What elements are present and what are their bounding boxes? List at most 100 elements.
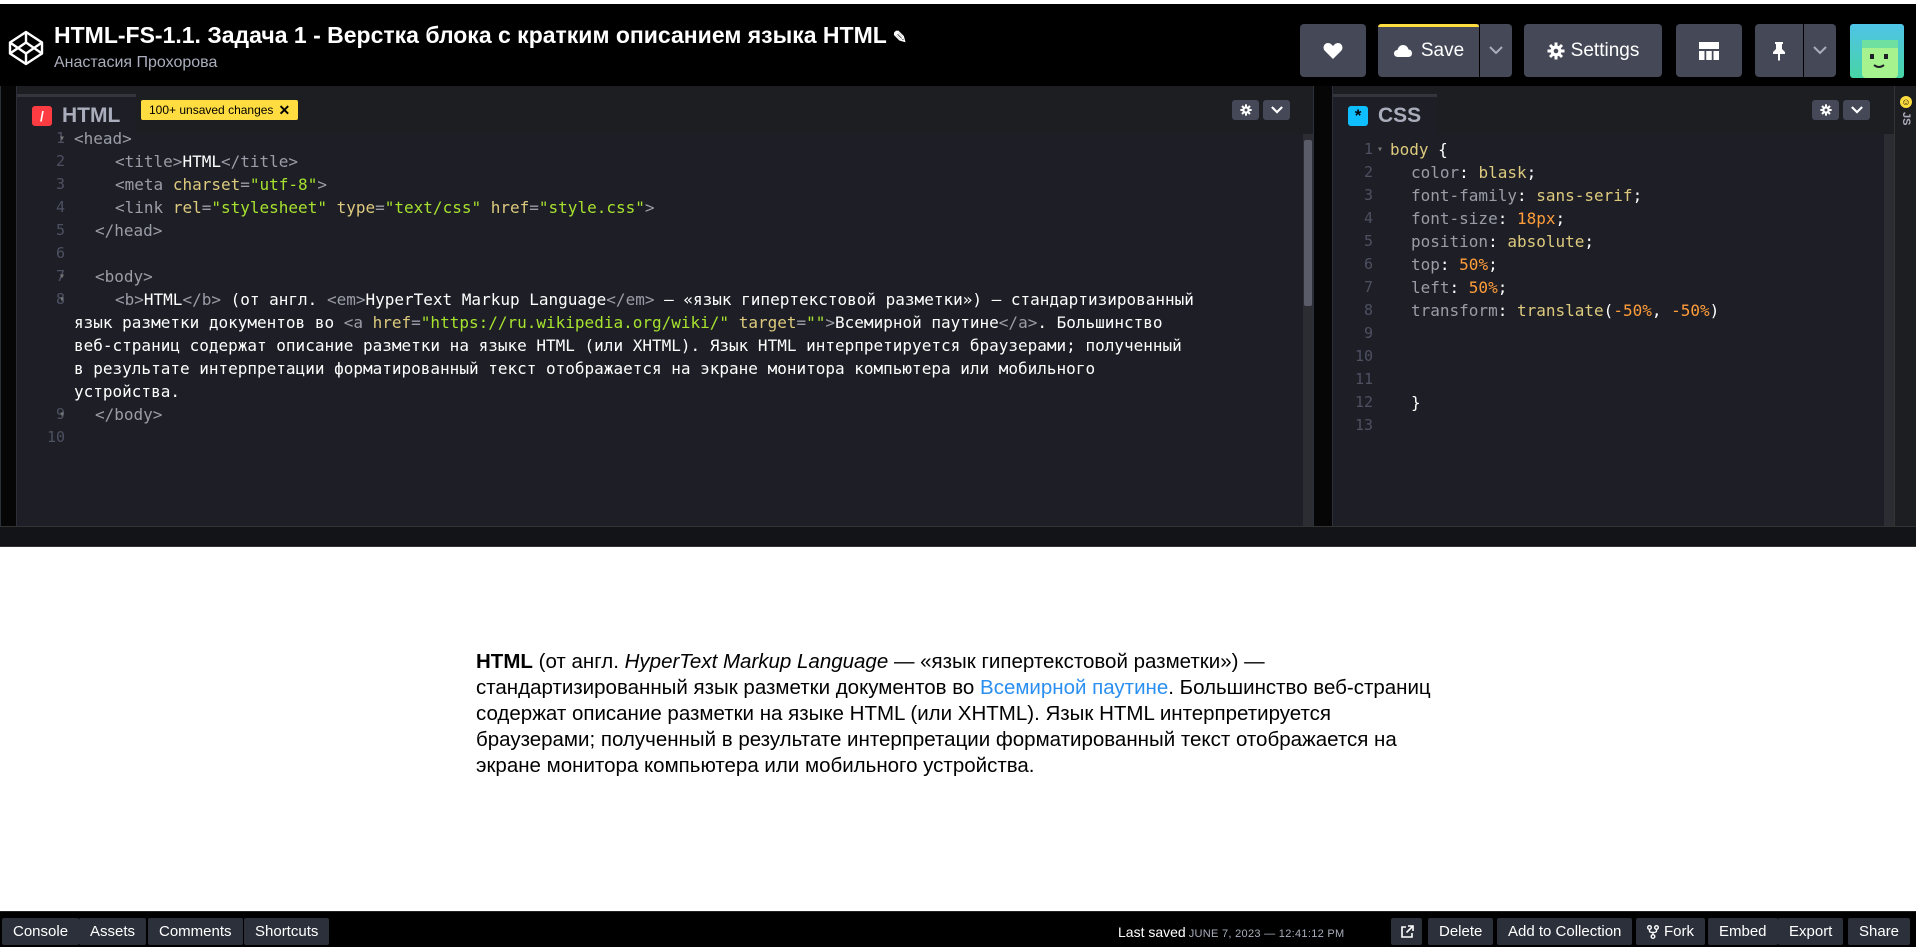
html-tab-label: HTML (62, 103, 121, 127)
pen-title[interactable]: HTML-FS-1.1. Задача 1 - Верстка блока с … (54, 22, 907, 49)
css-editor-panel: * CSS 1 ▾ 2 3 4 5 6 7 8 9 10 11 12 13 bo… (1333, 86, 1894, 526)
html-code-editor[interactable]: 1 ▾ 2 3 4 5 6 7 ▾ 8 ▾ 9 ▾ 10 <head> <tit… (17, 129, 1313, 526)
css-settings-button[interactable] (1812, 100, 1839, 120)
line-number: 7 (55, 267, 65, 285)
user-avatar[interactable] (1850, 24, 1904, 78)
code-line: left: 50%; (1411, 278, 1508, 297)
js-panel-collapsed[interactable]: ☺ JS (1894, 86, 1916, 526)
line-number: 12 (1354, 393, 1373, 411)
preview-resize-bar[interactable] (0, 526, 1916, 547)
code-line: устройства. (74, 382, 180, 401)
scrollbar-thumb[interactable] (1304, 140, 1312, 306)
preview-pane: HTML (от англ. HyperText Markup Language… (0, 547, 1916, 911)
line-number: 8 (55, 290, 65, 308)
css-tab[interactable]: * CSS (1333, 94, 1438, 134)
change-view-button[interactable] (1676, 24, 1742, 77)
last-saved-label: Last saved (1118, 924, 1186, 940)
last-saved-status: Last saved JUNE 7, 2023 — 12:41:12 PM (1118, 924, 1345, 940)
gear-icon (1239, 104, 1252, 116)
editor-area: / HTML 100+ unsaved changes ✕ 1 ▾ 2 3 4 … (0, 86, 1916, 526)
shortcuts-button[interactable]: Shortcuts (244, 918, 330, 945)
heart-button[interactable] (1300, 24, 1366, 77)
fork-button[interactable]: Fork (1636, 918, 1705, 945)
layout-icon (1699, 41, 1719, 60)
code-line: body { (1390, 140, 1448, 159)
fork-label: Fork (1664, 923, 1694, 940)
line-number: 5 (1363, 232, 1373, 250)
fold-arrow-icon[interactable]: ▾ (59, 409, 65, 420)
css-code-editor[interactable]: 1 ▾ 2 3 4 5 6 7 8 9 10 11 12 13 body { c… (1333, 134, 1894, 526)
open-external-button[interactable] (1391, 918, 1422, 945)
add-to-collection-button[interactable]: Add to Collection (1497, 918, 1633, 945)
line-number: 2 (1363, 163, 1373, 181)
fold-arrow-icon[interactable]: ▾ (1377, 144, 1383, 155)
css-tab-label: CSS (1378, 103, 1422, 127)
fold-arrow-icon[interactable]: ▾ (59, 133, 65, 144)
line-number: 6 (55, 244, 65, 262)
assets-button[interactable]: Assets (79, 918, 147, 945)
pen-title-text: HTML-FS-1.1. Задача 1 - Верстка блока с … (54, 22, 887, 48)
unsaved-changes-badge[interactable]: 100+ unsaved changes ✕ (141, 100, 299, 120)
cloud-icon (1393, 44, 1412, 57)
last-saved-date: JUNE 7, 2023 — 12:41:12 PM (1188, 928, 1345, 940)
preview-link[interactable]: Всемирной паутине (980, 676, 1168, 699)
code-line: position: absolute; (1411, 232, 1595, 251)
chevron-down-icon (1813, 46, 1827, 55)
code-line: веб-страниц содержат описание разметки н… (74, 336, 1182, 355)
code-line: font-size: 18px; (1411, 209, 1566, 228)
top-header: HTML-FS-1.1. Задача 1 - Верстка блока с … (0, 0, 1916, 86)
css-collapse-button[interactable] (1843, 100, 1870, 120)
line-number: 3 (55, 175, 65, 193)
line-number: 7 (1363, 278, 1373, 296)
html-tab[interactable]: / HTML (17, 94, 137, 134)
code-line: язык разметки документов во <a href="htt… (74, 313, 1163, 332)
save-label: Save (1420, 39, 1465, 61)
line-number: 1 (1363, 140, 1373, 158)
delete-button[interactable]: Delete (1428, 918, 1494, 945)
code-line: <title>HTML</title> (115, 152, 299, 171)
code-line: </head> (95, 221, 163, 240)
console-button[interactable]: Console (2, 918, 80, 945)
fold-arrow-icon[interactable]: ▾ (59, 271, 65, 282)
line-number: 3 (1363, 186, 1373, 204)
codepen-logo-icon[interactable] (6, 28, 46, 68)
author-name[interactable]: Анастасия Прохорова (54, 54, 217, 72)
line-number: 11 (1354, 370, 1373, 388)
line-number: 8 (1363, 301, 1373, 319)
code-line: </body> (95, 405, 163, 424)
code-line: font-family: sans-serif; (1411, 186, 1643, 205)
embed-button[interactable]: Embed (1708, 918, 1778, 945)
export-button[interactable]: Export (1778, 918, 1844, 945)
edit-pencil-icon[interactable]: ✎ (893, 28, 907, 47)
html-settings-button[interactable] (1232, 100, 1259, 120)
chevron-down-icon (1270, 106, 1283, 114)
code-line: <link rel="stylesheet" type="text/css" h… (115, 198, 655, 217)
save-options-dropdown[interactable] (1480, 24, 1512, 77)
settings-button[interactable]: Settings (1524, 24, 1662, 77)
comments-button[interactable]: Comments (148, 918, 243, 945)
gear-icon (1819, 104, 1832, 116)
html-collapse-button[interactable] (1263, 100, 1290, 120)
code-line: <body> (95, 267, 153, 286)
preview-text: (от англ. (532, 650, 625, 673)
pin-button[interactable] (1755, 24, 1803, 77)
save-unsaved-indicator (1378, 24, 1479, 27)
html-editor-scrollbar[interactable] (1303, 134, 1313, 526)
fold-arrow-icon[interactable]: ▾ (59, 294, 65, 305)
preview-paragraph: HTML (от англ. HyperText Markup Language… (476, 649, 1436, 779)
code-line: transform: translate(-50%, -50%) (1411, 301, 1720, 320)
css-language-icon: * (1348, 105, 1368, 126)
external-link-icon (1400, 924, 1414, 938)
code-line: color: blask; (1411, 163, 1537, 182)
share-button[interactable]: Share (1848, 918, 1911, 945)
pin-options-dropdown[interactable] (1804, 24, 1836, 77)
line-number: 1 (55, 129, 65, 147)
line-number: 6 (1363, 255, 1373, 273)
save-button[interactable]: Save (1378, 24, 1479, 77)
chevron-down-icon (1850, 106, 1863, 114)
html-language-icon: / (32, 105, 52, 126)
heart-icon (1323, 42, 1343, 59)
css-editor-scrollbar[interactable] (1884, 134, 1894, 526)
code-line: <meta charset="utf-8"> (115, 175, 327, 194)
dismiss-icon[interactable]: ✕ (278, 102, 290, 119)
